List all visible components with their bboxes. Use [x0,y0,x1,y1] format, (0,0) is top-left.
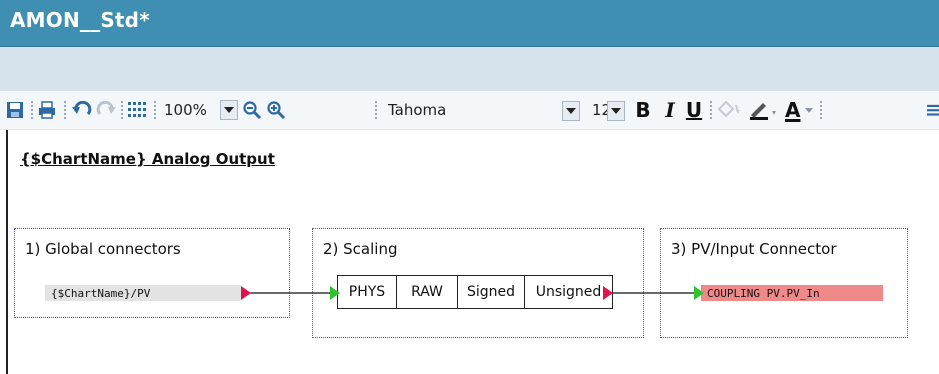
font-name-value: Tahoma [388,101,447,119]
font-color-letter: A [785,98,801,122]
save-icon [7,102,23,118]
chevron-down-icon [224,107,234,113]
line-color-button[interactable] [748,91,780,129]
toolbar-separator [121,101,123,119]
zoom-out-icon [243,101,262,120]
zoom-value: 100% [164,101,207,119]
chevron-down-icon [805,108,814,113]
grid-button[interactable] [127,91,149,129]
redo-icon [96,101,116,116]
input-pin-icon[interactable] [330,286,340,300]
align-button[interactable] [927,91,939,129]
title-bar: AMON__Std* [0,0,939,47]
toolbar-separator [31,101,33,119]
ribbon-band [0,47,939,91]
output-pin-icon[interactable] [241,286,251,300]
toolbar-separator [64,101,66,119]
print-button[interactable] [37,91,59,129]
grid-icon [128,102,146,117]
save-button[interactable] [6,91,26,129]
input-pin-icon[interactable] [694,286,704,300]
toolbar-separator [710,101,712,119]
font-name-dropdown-button[interactable] [562,101,580,121]
toolbar-separator [375,101,377,119]
chevron-down-icon [566,108,576,114]
font-size-dropdown-button[interactable] [607,101,625,121]
undo-icon [72,101,92,116]
zoom-in-icon [267,101,286,120]
font-color-button[interactable]: A [785,91,817,129]
zoom-in-button[interactable] [266,91,288,129]
chevron-down-icon [611,108,621,114]
redo-button[interactable] [95,91,117,129]
print-icon [39,101,55,119]
toolbar-separator [154,101,156,119]
align-icon [927,104,939,116]
output-pin-icon[interactable] [603,286,613,300]
zoom-dropdown-button[interactable] [220,100,238,120]
connection-layer [241,286,704,300]
pen-icon [750,103,776,120]
toolbar-separator [820,101,822,119]
fill-color-button[interactable] [716,91,744,129]
toolbar: 100% Tahoma 12 B I U A [0,91,939,130]
bold-button[interactable]: B [632,98,654,122]
window-title: AMON__Std* [10,8,150,32]
italic-button[interactable]: I [659,98,681,122]
chart-canvas[interactable]: {$ChartName} Analog Output 1) Global con… [6,130,939,374]
underline-button[interactable]: U [683,98,705,122]
font-name-select[interactable]: Tahoma [384,100,582,120]
paint-bucket-icon [717,100,740,118]
zoom-select[interactable]: 100% [160,100,238,120]
zoom-out-button[interactable] [242,91,264,129]
undo-button[interactable] [71,91,93,129]
